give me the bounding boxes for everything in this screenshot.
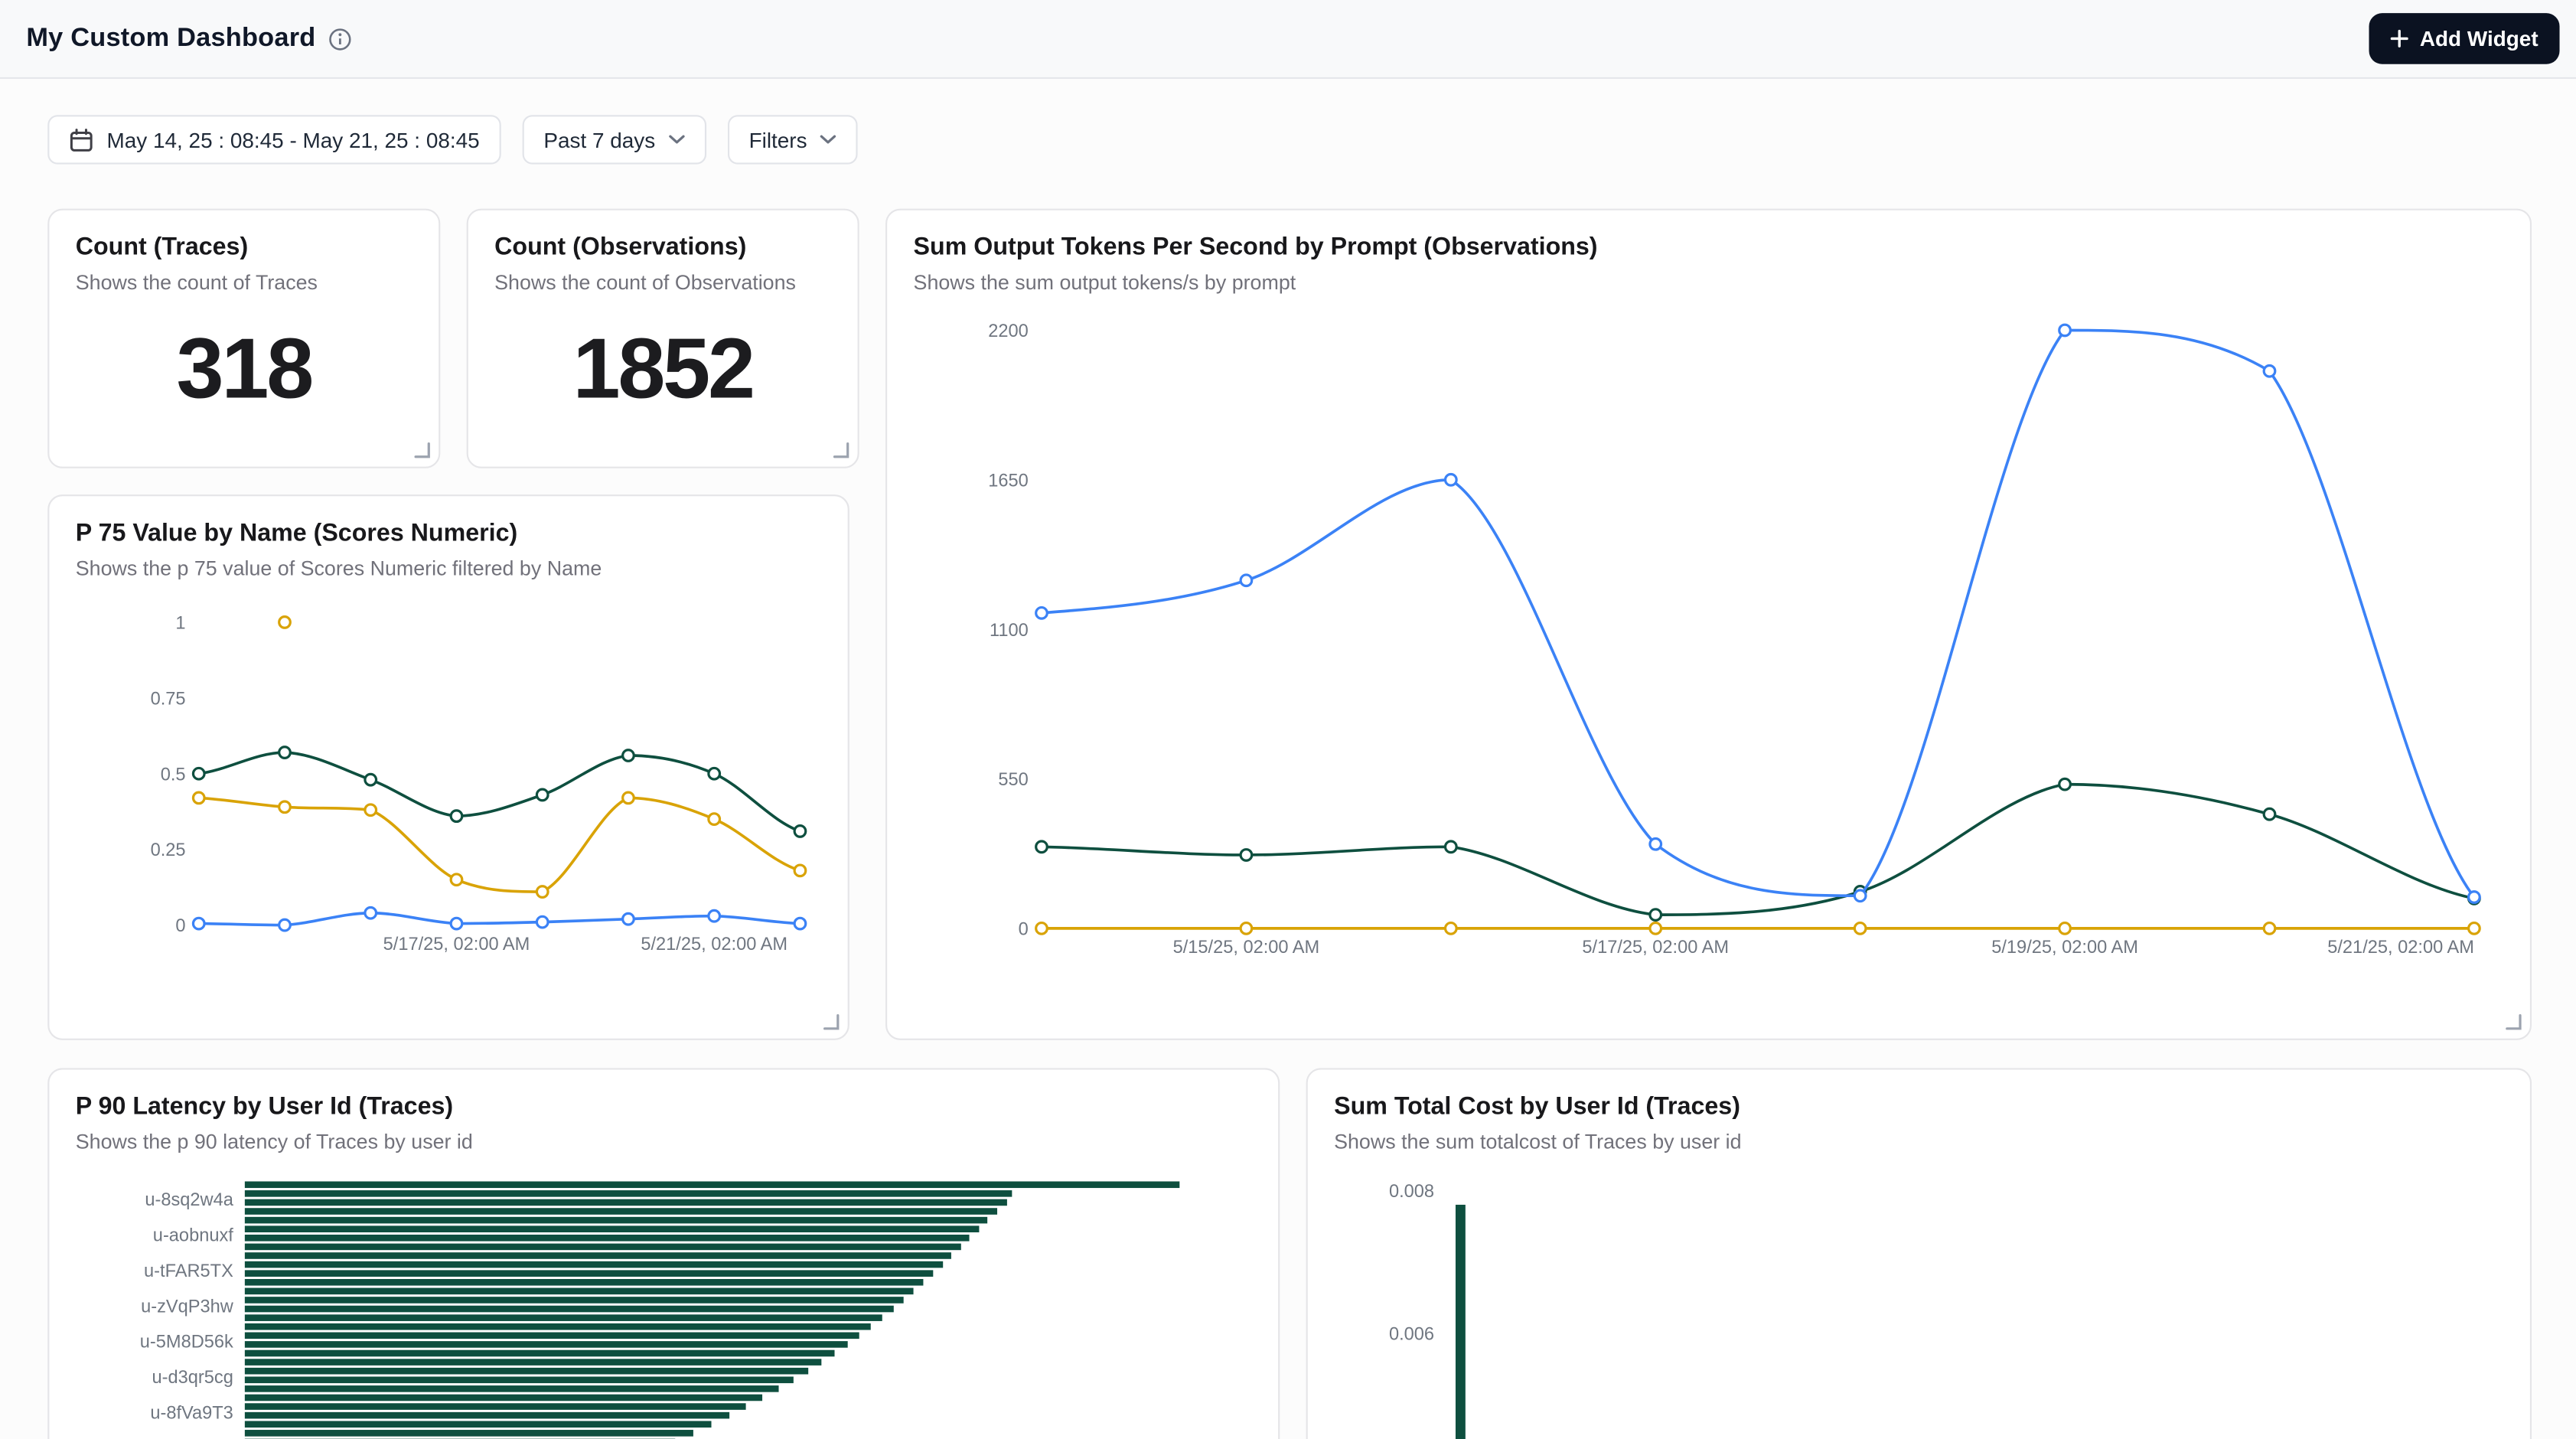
info-icon[interactable]: [329, 27, 352, 50]
plus-icon: [2390, 30, 2408, 48]
time-preset-label: Past 7 days: [543, 127, 655, 152]
widget-subtitle: Shows the p 90 latency of Traces by user…: [76, 1131, 1252, 1153]
svg-text:1650: 1650: [988, 471, 1029, 491]
widget-subtitle: Shows the count of Observations: [494, 271, 831, 294]
widget-title: P 75 Value by Name (Scores Numeric): [76, 519, 822, 547]
svg-text:u-5M8D56k: u-5M8D56k: [140, 1333, 233, 1353]
svg-text:5/19/25, 02:00 AM: 5/19/25, 02:00 AM: [1991, 938, 2138, 958]
time-preset-dropdown[interactable]: Past 7 days: [522, 115, 706, 164]
svg-text:5/21/25, 02:00 AM: 5/21/25, 02:00 AM: [641, 935, 787, 954]
widget-title: Count (Observations): [494, 233, 831, 261]
svg-text:u-tFAR5TX: u-tFAR5TX: [144, 1261, 233, 1281]
date-range-picker[interactable]: May 14, 25 : 08:45 - May 21, 25 : 08:45: [47, 115, 501, 164]
widget-subtitle: Shows the sum totalcost of Traces by use…: [1334, 1131, 2503, 1153]
calendar-icon: [69, 127, 93, 152]
count-value: 318: [76, 294, 412, 443]
p75-value-chart: 0 0.25 0.5 0.75 1 5/17/25, 02:00 AM 5/21/25, 0…: [76, 600, 825, 965]
filters-label: Filters: [749, 127, 807, 152]
svg-text:u-8fVa9T3: u-8fVa9T3: [150, 1403, 233, 1423]
svg-text:0.75: 0.75: [151, 689, 186, 709]
widget-card-count-observations: Count (Observations) Shows the count of …: [467, 209, 859, 468]
dashboard-page: My Custom Dashboard Add Widget: [0, 0, 2576, 1439]
svg-text:u-aobnuxf: u-aobnuxf: [153, 1226, 233, 1246]
sum-total-cost-chart: 0.008 0.006: [1334, 1173, 2507, 1439]
sum-output-tokens-chart: 0 550 1100 1650 2200 5/15/25, 02:00 AM 5/17/25…: [914, 314, 2507, 977]
svg-text:5/15/25, 02:00 AM: 5/15/25, 02:00 AM: [1173, 938, 1320, 958]
widget-card-p75-value: P 75 Value by Name (Scores Numeric) Show…: [47, 494, 849, 1040]
svg-text:0: 0: [1019, 919, 1029, 939]
widget-card-sum-total-cost: Sum Total Cost by User Id (Traces) Shows…: [1306, 1068, 2532, 1439]
svg-text:5/17/25, 02:00 AM: 5/17/25, 02:00 AM: [383, 935, 530, 954]
add-widget-label: Add Widget: [2420, 26, 2539, 51]
svg-text:u-zVqP3hw: u-zVqP3hw: [141, 1297, 234, 1317]
count-value: 1852: [494, 294, 831, 443]
resize-handle-icon[interactable]: [833, 442, 849, 458]
add-widget-button[interactable]: Add Widget: [2369, 13, 2559, 64]
svg-text:550: 550: [998, 770, 1028, 790]
widget-title: Sum Output Tokens Per Second by Prompt (…: [914, 233, 2504, 261]
widget-title: P 90 Latency by User Id (Traces): [76, 1093, 1252, 1121]
svg-text:0: 0: [175, 916, 185, 936]
resize-handle-icon[interactable]: [414, 442, 430, 458]
svg-text:0.25: 0.25: [151, 840, 186, 860]
chevron-down-icon: [820, 135, 836, 145]
svg-text:1: 1: [175, 614, 185, 634]
date-range-label: May 14, 25 : 08:45 - May 21, 25 : 08:45: [107, 127, 480, 152]
widget-subtitle: Shows the sum output tokens/s by prompt: [914, 271, 2504, 294]
widget-card-count-traces: Count (Traces) Shows the count of Traces…: [47, 209, 440, 468]
svg-text:5/17/25, 02:00 AM: 5/17/25, 02:00 AM: [1582, 938, 1729, 958]
svg-text:0.006: 0.006: [1389, 1324, 1434, 1344]
svg-text:u-8sq2w4a: u-8sq2w4a: [145, 1190, 233, 1210]
svg-text:0.008: 0.008: [1389, 1182, 1434, 1202]
filters-dropdown[interactable]: Filters: [728, 115, 858, 164]
svg-text:1100: 1100: [990, 621, 1029, 641]
resize-handle-icon[interactable]: [823, 1014, 839, 1030]
svg-text:0.5: 0.5: [161, 765, 186, 785]
svg-text:2200: 2200: [988, 321, 1029, 341]
svg-text:5/21/25, 02:00 AM: 5/21/25, 02:00 AM: [2327, 938, 2474, 958]
widget-title: Count (Traces): [76, 233, 412, 261]
dashboard-header: My Custom Dashboard Add Widget: [0, 0, 2576, 79]
chevron-down-icon: [668, 135, 684, 145]
widget-card-p90-latency: P 90 Latency by User Id (Traces) Shows t…: [47, 1068, 1280, 1439]
toolbar: May 14, 25 : 08:45 - May 21, 25 : 08:45 …: [47, 115, 858, 164]
p90-latency-chart: u-8sq2w4a u-aobnuxf u-tFAR5TX u-zVqP3hw u-5M…: [76, 1173, 1255, 1439]
resize-handle-icon[interactable]: [2506, 1014, 2522, 1030]
svg-text:u-d3qr5cg: u-d3qr5cg: [152, 1368, 233, 1388]
widget-subtitle: Shows the count of Traces: [76, 271, 412, 294]
widget-subtitle: Shows the p 75 value of Scores Numeric f…: [76, 557, 822, 580]
widget-title: Sum Total Cost by User Id (Traces): [1334, 1093, 2503, 1121]
widget-card-sum-output-tokens: Sum Output Tokens Per Second by Prompt (…: [885, 209, 2532, 1040]
page-title: My Custom Dashboard: [26, 24, 315, 54]
